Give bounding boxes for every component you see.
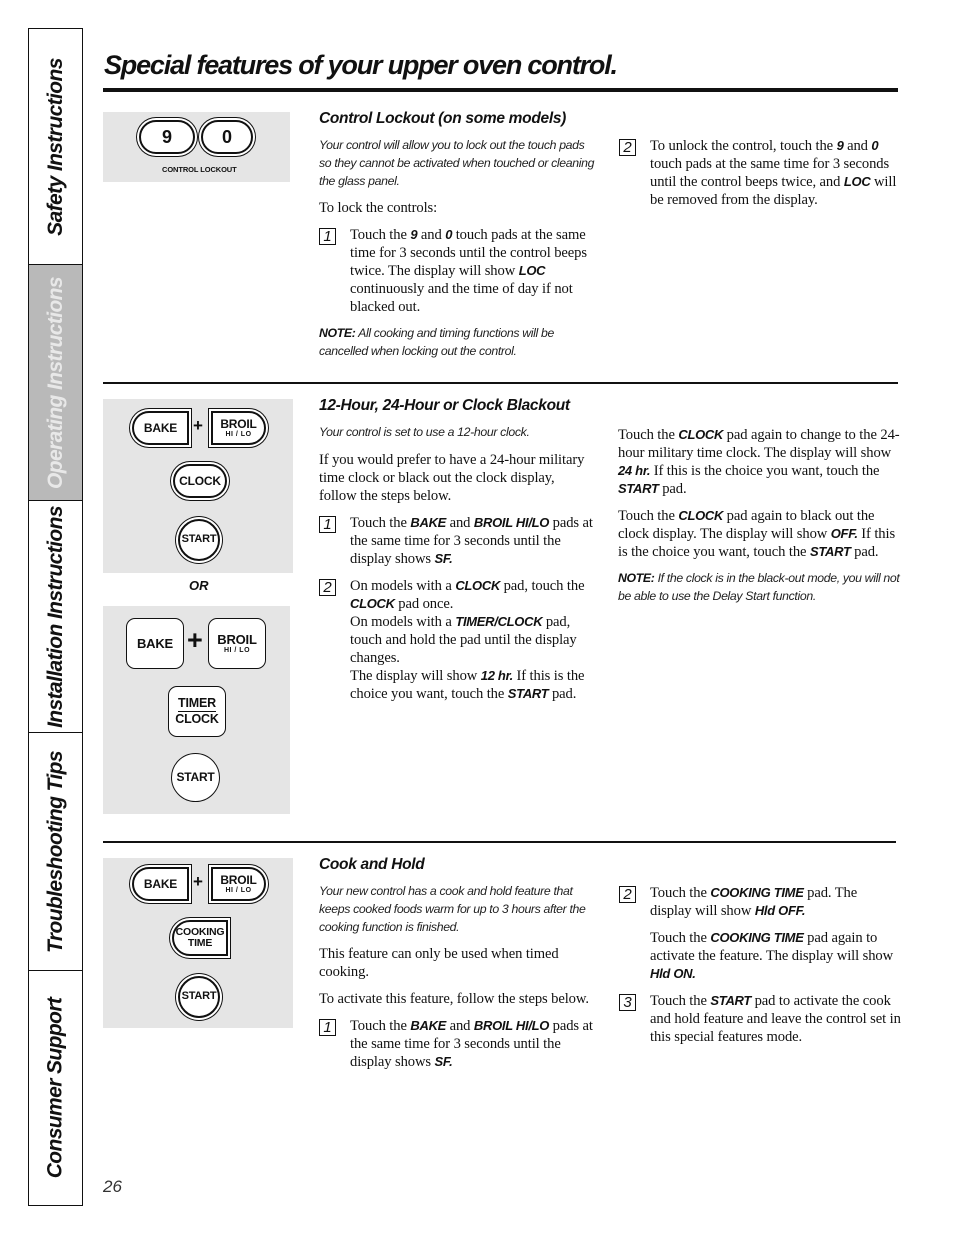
- pad-broil-hi-lo: BROIL HI / LO: [208, 618, 266, 669]
- pad-broil-hi-lo: BROIL HI / LO: [211, 411, 266, 445]
- hold-column-left: Cook and Hold Your new control has a coo…: [319, 856, 601, 1080]
- step-text: Touch the BAKE and BROIL HI/LO pads at t…: [350, 1018, 593, 1071]
- clock-note: NOTE: If the clock is in the black-out m…: [618, 571, 900, 603]
- pad-label: BROIL: [220, 416, 257, 431]
- side-tab-troubleshooting[interactable]: Troubleshooting Tips: [29, 733, 82, 971]
- pad-bake: BAKE: [132, 411, 189, 445]
- pad-timer-clock: TIMER CLOCK: [168, 686, 226, 737]
- hold-para-2: To activate this feature, follow the ste…: [319, 991, 589, 1008]
- clock-intro: Your control is set to use a 12-hour clo…: [319, 425, 530, 439]
- plus-sign: +: [193, 872, 203, 891]
- pad-label: BAKE: [143, 876, 178, 891]
- step-number: 3: [619, 994, 636, 1011]
- pad-label: BAKE: [143, 420, 178, 435]
- side-tab-label: Safety Instructions: [43, 57, 67, 236]
- step-text: Touch the BAKE and BROIL HI/LO pads at t…: [350, 514, 593, 567]
- step-number: 2: [619, 139, 636, 156]
- section-divider: [103, 841, 896, 843]
- pad-label: START: [181, 990, 217, 1003]
- side-tab-label: Consumer Support: [43, 997, 67, 1178]
- pad-label: TIME: [187, 937, 213, 949]
- or-label: OR: [189, 578, 209, 593]
- hold-para-1: This feature can only be used when timed…: [319, 946, 559, 981]
- clock-column-right: Touch the CLOCK pad again to change to t…: [618, 426, 900, 606]
- side-tab-operating[interactable]: Operating Instructions: [29, 265, 82, 501]
- step-text: Touch the 9 and 0 touch pads at the same…: [350, 227, 587, 316]
- clock-step-1: 1 Touch the BAKE and BROIL HI/LO pads at…: [319, 514, 594, 568]
- step-number: 1: [319, 228, 336, 246]
- pad-label: BROIL: [217, 631, 257, 647]
- pad-sublabel: HI / LO: [223, 647, 251, 655]
- pad-label: BROIL: [220, 872, 257, 887]
- step-number: 2: [619, 886, 636, 903]
- clock-para-blackout: Touch the CLOCK pad again to black out t…: [618, 508, 896, 560]
- clock-heading: 12-Hour, 24-Hour or Clock Blackout: [319, 397, 570, 414]
- side-tab-installation[interactable]: Installation Instructions: [29, 501, 82, 733]
- step-text: Touch the COOKING TIME pad. The display …: [650, 885, 858, 919]
- clock-column-left: 12-Hour, 24-Hour or Clock Blackout Your …: [319, 397, 594, 712]
- pad-clock: CLOCK: [173, 464, 227, 498]
- clock-illustration-a: BAKE + BROIL HI / LO CLOCK START: [103, 399, 293, 573]
- pad-bake: BAKE: [132, 867, 189, 901]
- lockout-step-1: 1 Touch the 9 and 0 touch pads at the sa…: [319, 226, 599, 316]
- lockout-note: NOTE: All cooking and timing functions w…: [319, 326, 554, 359]
- pad-label: START: [181, 533, 217, 546]
- hold-intro: Your new control has a cook and hold fea…: [319, 884, 586, 934]
- pad-label: START: [176, 770, 215, 785]
- step-number: 1: [319, 1019, 336, 1037]
- pad-sublabel: HI / LO: [225, 431, 252, 439]
- step-number: 1: [319, 515, 336, 533]
- clock-para-24hr: Touch the CLOCK pad again to change to t…: [618, 427, 900, 497]
- control-lockout-caption: CONTROL LOCKOUT: [162, 165, 237, 174]
- pad-cooking-time: COOKING TIME: [172, 920, 228, 956]
- pad-label: TIMER: [178, 696, 216, 712]
- plus-sign: +: [193, 416, 203, 435]
- pad-bake: BAKE: [126, 618, 184, 669]
- pad-0-label: 0: [221, 126, 232, 147]
- pad-start: START: [178, 519, 220, 561]
- hold-step-3: 3 Touch the START pad to activate the co…: [619, 992, 901, 1046]
- section-divider: [103, 382, 898, 384]
- pad-start: START: [178, 976, 220, 1018]
- hold-heading: Cook and Hold: [319, 856, 425, 873]
- pad-label: CLOCK: [175, 712, 219, 726]
- side-tab-label: Installation Instructions: [43, 505, 67, 728]
- page-title: Special features of your upper oven cont…: [104, 50, 618, 80]
- lockout-illustration: 9 0 CONTROL LOCKOUT: [103, 112, 290, 182]
- hold-step-2: 2 Touch the COOKING TIME pad. The displa…: [619, 884, 901, 920]
- step-number: 2: [319, 578, 336, 596]
- step-text: Touch the START pad to activate the cook…: [650, 993, 901, 1045]
- step-text: To unlock the control, touch the 9 and 0…: [650, 138, 897, 208]
- clock-step-2: 2 On models with a CLOCK pad, touch the …: [319, 577, 594, 703]
- title-rule: [103, 88, 898, 92]
- clock-lead: If you would prefer to have a 24-hour mi…: [319, 451, 585, 504]
- hold-step-2-continued: Touch the COOKING TIME pad again to acti…: [650, 930, 894, 981]
- hold-column-right: 2 Touch the COOKING TIME pad. The displa…: [619, 884, 901, 1055]
- plus-sign: +: [187, 625, 203, 655]
- side-tabs: Safety Instructions Operating Instructio…: [28, 28, 83, 1206]
- side-tab-consumer-support[interactable]: Consumer Support: [29, 971, 82, 1204]
- lockout-column-left: Control Lockout (on some models) Your co…: [319, 110, 599, 361]
- step-text: On models with a CLOCK pad, touch the CL…: [350, 577, 585, 702]
- clock-illustration-b: BAKE + BROIL HI / LO TIMER CLOCK START: [103, 606, 290, 814]
- pad-label: CLOCK: [179, 473, 221, 488]
- pad-sublabel: HI / LO: [225, 887, 252, 895]
- side-tab-label: Operating Instructions: [43, 276, 67, 489]
- lockout-lead: To lock the controls:: [319, 200, 438, 217]
- pad-broil-hi-lo: BROIL HI / LO: [211, 867, 266, 901]
- side-tab-safety[interactable]: Safety Instructions: [29, 29, 82, 265]
- lockout-heading: Control Lockout (on some models): [319, 110, 567, 127]
- pad-start: START: [171, 753, 220, 802]
- pad-0: 0: [201, 120, 253, 154]
- hold-illustration: BAKE + BROIL HI / LO COOKING TIME START: [103, 858, 293, 1028]
- pad-label: BAKE: [136, 635, 174, 651]
- lockout-intro: Your control will allow you to lock out …: [319, 138, 595, 188]
- pad-9: 9: [139, 120, 195, 154]
- hold-step-1: 1 Touch the BAKE and BROIL HI/LO pads at…: [319, 1017, 601, 1071]
- lockout-step-2: 2 To unlock the control, touch the 9 and…: [619, 137, 899, 209]
- pad-9-label: 9: [161, 126, 172, 147]
- lockout-column-right: 2 To unlock the control, touch the 9 and…: [619, 137, 899, 218]
- side-tab-label: Troubleshooting Tips: [43, 750, 67, 953]
- page-number: 26: [103, 1177, 122, 1196]
